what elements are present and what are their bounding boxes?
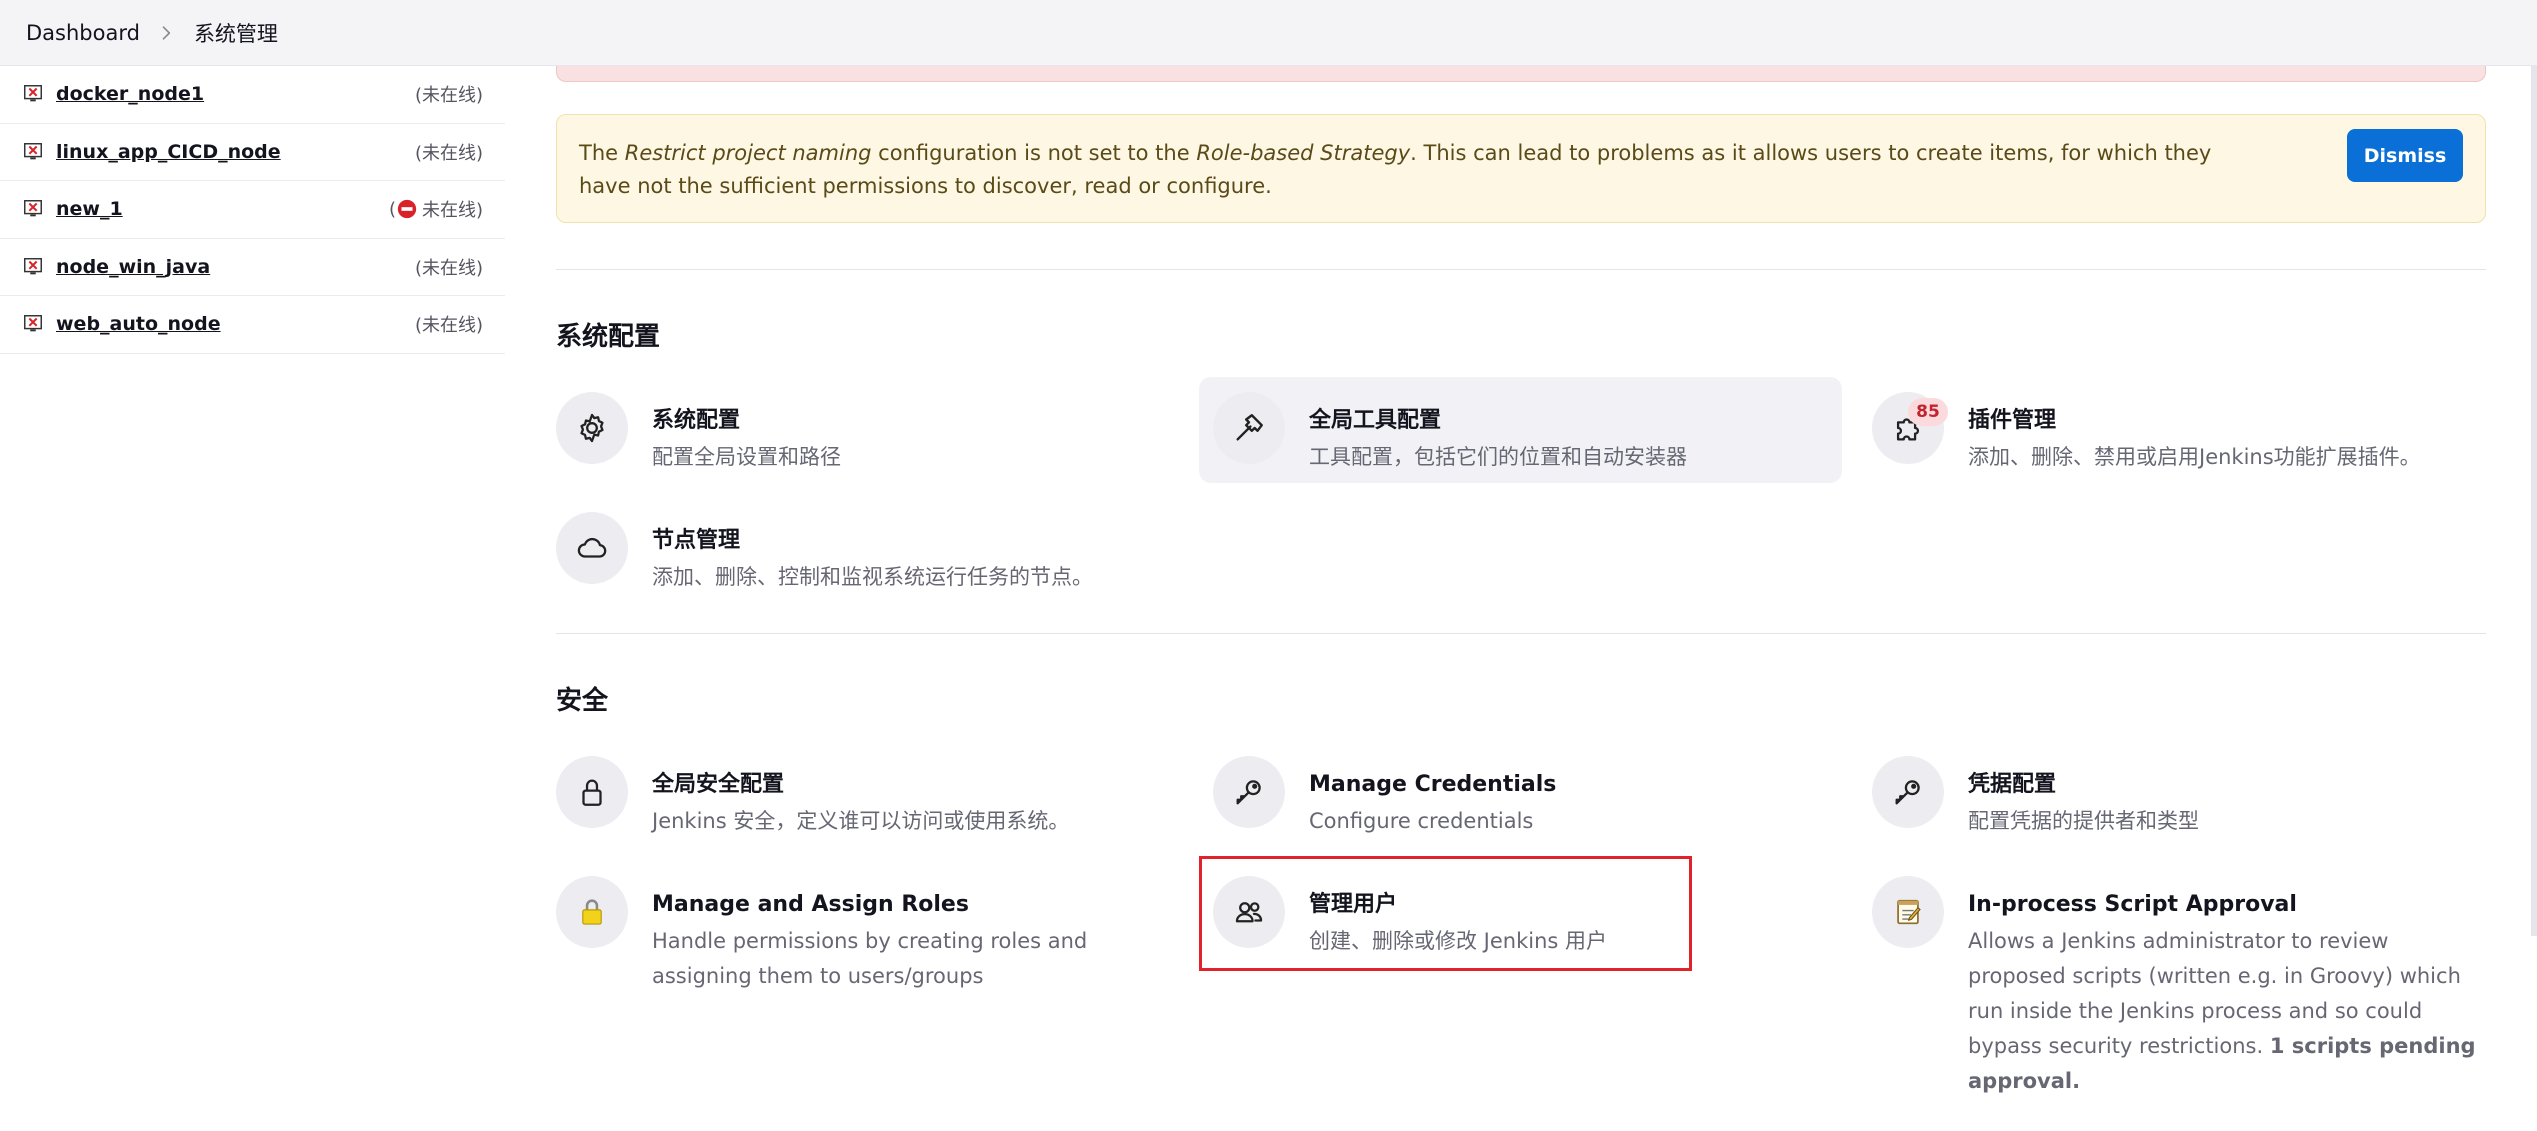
main-content: The Restrict project naming configuratio… — [556, 0, 2486, 1131]
card-title: Manage and Assign Roles — [652, 892, 969, 917]
card-description-line: bypass security restrictions. 1 scripts … — [1968, 1029, 2476, 1064]
card-description: Configure credentials — [1309, 809, 1534, 833]
card-description: Handle permissions by creating roles and… — [652, 924, 1087, 994]
card-title: 节点管理 — [652, 528, 741, 553]
card-description: Allows a Jenkins administrator to review… — [1968, 924, 2476, 1099]
lock-icon — [556, 756, 628, 828]
stop-sign-icon — [397, 200, 417, 219]
node-row: docker_node1 (未在线) — [0, 66, 505, 124]
puzzle-icon: 85 — [1872, 392, 1948, 464]
card-script-approval[interactable]: In-process Script Approval Allows a Jenk… — [1872, 876, 2486, 1099]
computer-offline-icon — [24, 142, 42, 160]
card-description: 添加、删除、控制和监视系统运行任务的节点。 — [652, 565, 1093, 589]
card-description-text: bypass security restrictions. — [1968, 1034, 2270, 1058]
node-link[interactable]: docker_node1 — [56, 83, 415, 105]
node-status: ( 未在线) — [389, 196, 483, 222]
card-description: 配置凭据的提供者和类型 — [1968, 809, 2199, 833]
top-bar: Dashboard 系统管理 — [0, 0, 2537, 66]
card-description-line: approval. — [1968, 1064, 2476, 1099]
node-status: (未在线) — [414, 85, 483, 107]
card-title: 凭据配置 — [1968, 772, 2057, 797]
card-plugin-manager[interactable]: 85 插件管理 添加、删除、禁用或启用Jenkins功能扩展插件。 — [1872, 392, 2486, 475]
card-title: 全局工具配置 — [1309, 408, 1442, 433]
breadcrumb-system-admin[interactable]: 系统管理 — [194, 18, 278, 48]
section-title-security: 安全 — [556, 686, 609, 716]
padlock-icon — [556, 876, 628, 948]
build-executor-node-list: docker_node1 (未在线) linux_app_CICD_node (… — [0, 66, 505, 354]
divider — [556, 633, 2486, 634]
card-global-security[interactable]: 全局安全配置 Jenkins 安全，定义谁可以访问或使用系统。 — [556, 756, 1176, 839]
card-manage-assign-roles[interactable]: Manage and Assign Roles Handle permissio… — [556, 876, 1176, 994]
card-description-line: Allows a Jenkins administrator to review — [1968, 929, 2389, 953]
card-system-config[interactable]: 系统配置 配置全局设置和路径 — [556, 392, 1176, 475]
pending-scripts-count[interactable]: 1 scripts pending — [2270, 1034, 2476, 1058]
card-credential-config[interactable]: 凭据配置 配置凭据的提供者和类型 — [1872, 756, 2486, 839]
card-description-line: Handle permissions by creating roles and — [652, 929, 1088, 953]
chevron-right-icon — [156, 22, 178, 44]
node-status-text: 未在线) — [421, 200, 483, 222]
dismiss-button[interactable]: Dismiss — [2347, 129, 2463, 182]
card-description: 配置全局设置和路径 — [652, 445, 841, 469]
card-description: 工具配置，包括它们的位置和自动安装器 — [1309, 445, 1687, 469]
card-manage-credentials[interactable]: Manage Credentials Configure credentials — [1213, 756, 1813, 839]
card-global-tool-config[interactable]: 全局工具配置 工具配置，包括它们的位置和自动安装器 — [1199, 377, 1842, 483]
computer-offline-icon — [24, 257, 42, 275]
card-node-manager[interactable]: 节点管理 添加、删除、控制和监视系统运行任务的节点。 — [556, 512, 1176, 595]
warning-text-emphasis: Role-based Strategy — [1196, 141, 1411, 165]
gear-icon — [556, 392, 628, 464]
node-link[interactable]: linux_app_CICD_node — [56, 141, 415, 163]
node-row: linux_app_CICD_node (未在线) — [0, 124, 505, 181]
card-description: Jenkins 安全，定义谁可以访问或使用系统。 — [652, 809, 1070, 833]
warning-text: The — [579, 141, 625, 165]
scrollbar[interactable] — [2531, 66, 2537, 936]
card-description-line: assigning them to users/groups — [652, 964, 984, 988]
card-description-line: proposed scripts (written e.g. in Groovy… — [1968, 964, 2461, 988]
node-status-prefix: ( — [388, 198, 396, 220]
card-title: 插件管理 — [1968, 408, 2057, 433]
node-row: web_auto_node (未在线) — [0, 296, 505, 354]
restrict-naming-warning: The Restrict project naming configuratio… — [556, 114, 2486, 223]
node-row: new_1 ( 未在线) — [0, 181, 505, 239]
computer-offline-icon — [24, 315, 42, 332]
card-description: 创建、删除或修改 Jenkins 用户 — [1309, 929, 1608, 953]
node-link[interactable]: node_win_java — [56, 256, 415, 278]
notepad-icon — [1872, 876, 1944, 948]
node-status: (未在线) — [414, 142, 483, 164]
key-icon — [1213, 756, 1285, 828]
card-title: 全局安全配置 — [652, 772, 785, 797]
section-title-system: 系统配置 — [556, 322, 661, 352]
warning-text: configuration is not set to the — [871, 141, 1197, 165]
update-count-badge: 85 — [1908, 398, 1948, 426]
node-link[interactable]: web_auto_node — [56, 313, 415, 335]
node-link[interactable]: new_1 — [56, 198, 389, 220]
card-manage-users[interactable]: 管理用户 创建、删除或修改 Jenkins 用户 — [1213, 876, 1683, 959]
computer-offline-icon — [24, 200, 42, 217]
node-status: (未在线) — [414, 315, 483, 337]
card-title: In-process Script Approval — [1968, 892, 2297, 917]
hammer-icon — [1213, 392, 1285, 464]
pending-scripts-count[interactable]: approval. — [1968, 1069, 2080, 1093]
card-description: 添加、删除、禁用或启用Jenkins功能扩展插件。 — [1968, 445, 2421, 469]
key-icon — [1872, 756, 1944, 828]
divider — [556, 269, 2486, 270]
breadcrumb-dashboard[interactable]: Dashboard — [26, 21, 140, 45]
users-icon — [1213, 876, 1285, 948]
cloud-icon — [556, 512, 628, 584]
card-description-line: run inside the Jenkins process and so co… — [1968, 999, 2423, 1023]
card-title: Manage Credentials — [1309, 772, 1557, 797]
node-row: node_win_java (未在线) — [0, 239, 505, 296]
card-title: 系统配置 — [652, 408, 741, 433]
node-status: (未在线) — [414, 257, 483, 279]
computer-offline-icon — [24, 85, 42, 102]
warning-text-emphasis: Restrict project naming — [624, 141, 872, 165]
card-title: 管理用户 — [1309, 892, 1398, 917]
